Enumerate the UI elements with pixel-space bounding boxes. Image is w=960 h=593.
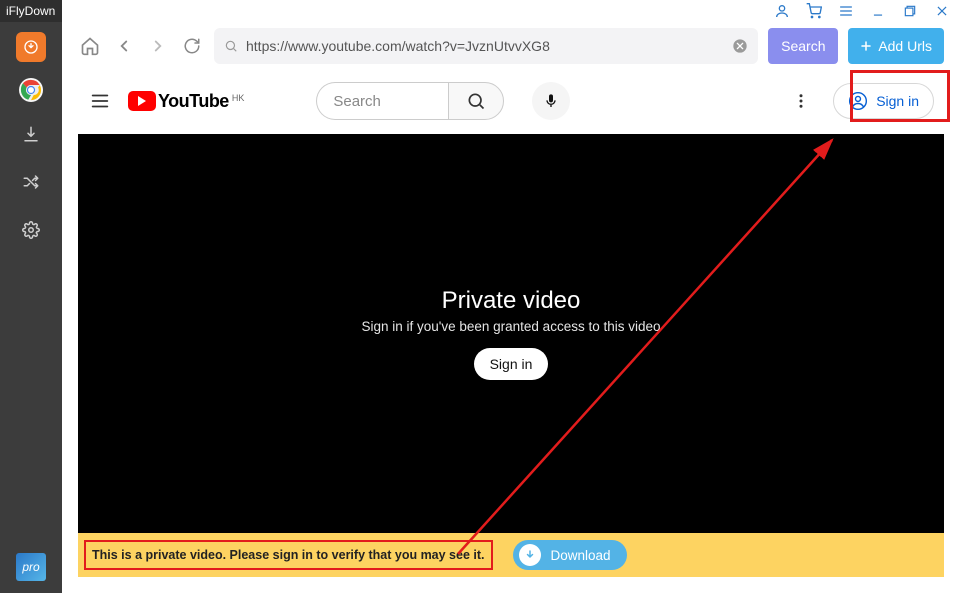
download-label: Download xyxy=(551,548,611,563)
youtube-play-icon xyxy=(128,91,156,111)
add-urls-button[interactable]: Add Urls xyxy=(848,28,944,64)
reload-icon[interactable] xyxy=(180,34,204,58)
more-options-icon[interactable] xyxy=(789,89,813,113)
app-sidebar: iFlyDown pro xyxy=(0,0,62,593)
video-player: Private video Sign in if you've been gra… xyxy=(78,134,944,533)
minimize-icon[interactable] xyxy=(870,3,886,19)
youtube-signin-label: Sign in xyxy=(876,93,919,109)
add-urls-label: Add Urls xyxy=(878,38,932,54)
youtube-search-input[interactable]: Search xyxy=(316,82,447,120)
menu-icon[interactable] xyxy=(838,3,854,19)
clear-url-icon[interactable] xyxy=(732,38,748,54)
pro-badge[interactable]: pro xyxy=(16,553,46,581)
download-icon xyxy=(519,544,541,566)
app-main-icon[interactable] xyxy=(16,32,46,62)
voice-search-button[interactable] xyxy=(532,82,570,120)
plus-icon xyxy=(860,40,872,52)
back-icon[interactable] xyxy=(112,34,136,58)
forward-icon[interactable] xyxy=(146,34,170,58)
settings-icon[interactable] xyxy=(15,214,47,246)
cart-icon[interactable] xyxy=(806,3,822,19)
video-signin-button[interactable]: Sign in xyxy=(474,348,549,380)
youtube-search: Search xyxy=(316,82,503,120)
download-icon[interactable] xyxy=(15,118,47,150)
youtube-header: YouTube HK Search Sign in xyxy=(78,74,944,128)
url-text: https://www.youtube.com/watch?v=JvznUtvv… xyxy=(246,38,724,54)
user-icon xyxy=(848,91,868,111)
download-button[interactable]: Download xyxy=(513,540,627,570)
status-message: This is a private video. Please sign in … xyxy=(84,540,493,570)
maximize-icon[interactable] xyxy=(902,3,918,19)
window-controls xyxy=(62,0,960,22)
hamburger-icon[interactable] xyxy=(88,89,112,113)
youtube-search-button[interactable] xyxy=(448,82,504,120)
app-title: iFlyDown xyxy=(0,0,62,22)
chrome-icon[interactable] xyxy=(19,78,43,102)
video-subtitle: Sign in if you've been granted access to… xyxy=(361,319,660,334)
video-area: Private video Sign in if you've been gra… xyxy=(78,134,944,577)
search-icon xyxy=(224,39,238,53)
youtube-region: HK xyxy=(232,93,245,103)
content: YouTube HK Search Sign in xyxy=(62,74,960,593)
browser-bar: https://www.youtube.com/watch?v=JvznUtvv… xyxy=(62,22,960,74)
search-button[interactable]: Search xyxy=(768,28,838,64)
youtube-logo[interactable]: YouTube HK xyxy=(128,91,244,112)
search-icon xyxy=(466,91,486,111)
video-title: Private video xyxy=(442,287,581,315)
home-icon[interactable] xyxy=(78,34,102,58)
close-icon[interactable] xyxy=(934,3,950,19)
status-bar: This is a private video. Please sign in … xyxy=(78,533,944,577)
account-icon[interactable] xyxy=(774,3,790,19)
shuffle-icon[interactable] xyxy=(15,166,47,198)
youtube-signin-button[interactable]: Sign in xyxy=(833,83,934,119)
youtube-brand-text: YouTube xyxy=(158,91,229,112)
url-input[interactable]: https://www.youtube.com/watch?v=JvznUtvv… xyxy=(214,28,758,64)
